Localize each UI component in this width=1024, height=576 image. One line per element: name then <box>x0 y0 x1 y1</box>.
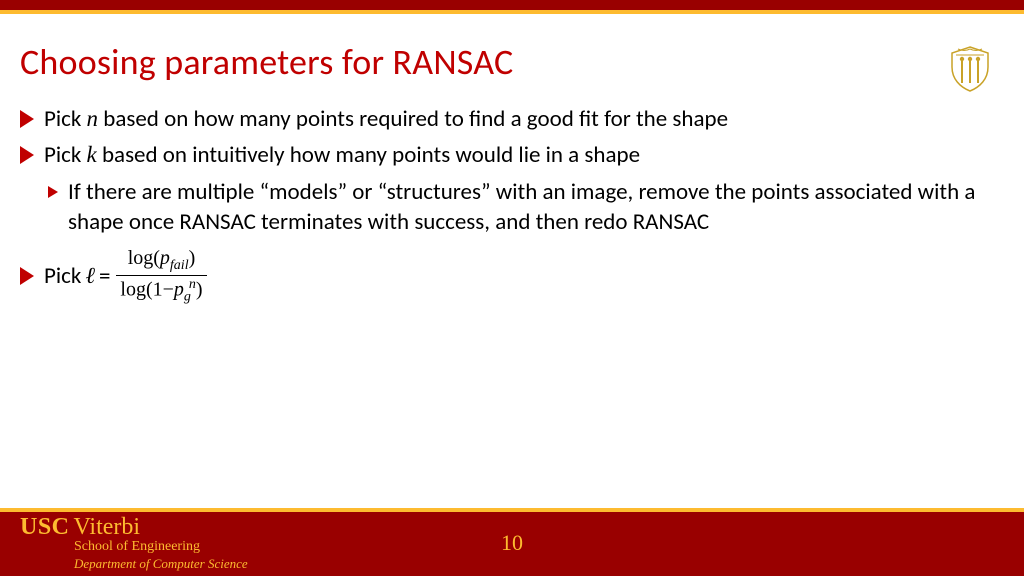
footer-bar: USCViterbi School of Engineering Departm… <box>0 512 1024 576</box>
superscript: n <box>189 277 196 292</box>
text: log( <box>128 247 160 269</box>
bullet-icon <box>20 110 34 128</box>
bullet-item: Pick ℓ = log(pfail) log(1−pgn) <box>20 247 994 304</box>
text: ) <box>189 247 196 269</box>
text: log(1− <box>120 278 174 300</box>
top-accent-bar <box>0 0 1024 10</box>
slide: Choosing parameters for RANSAC Pick n ba… <box>0 0 1024 576</box>
text: Pick <box>44 105 87 133</box>
page-number: 10 <box>0 530 1024 556</box>
text: ) <box>196 278 203 300</box>
subscript: fail <box>170 258 189 273</box>
math-var: p <box>174 278 184 300</box>
text: based on how many points required to fin… <box>98 105 728 133</box>
bullet-text: Pick k based on intuitively how many poi… <box>44 140 994 170</box>
bullet-item: Pick k based on intuitively how many poi… <box>20 140 994 170</box>
math-var: n <box>87 106 99 131</box>
text: based on intuitively how many points wou… <box>97 141 640 169</box>
department-name: Department of Computer Science <box>74 557 248 571</box>
math-var: p <box>160 247 170 269</box>
fraction: log(pfail) log(1−pgn) <box>116 247 206 304</box>
math-var: ℓ <box>85 261 95 291</box>
bullet-text: If there are multiple “models” or “struc… <box>68 177 994 238</box>
bullet-icon <box>20 146 34 164</box>
denominator: log(1−pgn) <box>116 276 206 305</box>
usc-shield-icon <box>946 45 994 93</box>
slide-title: Choosing parameters for RANSAC <box>20 40 513 84</box>
bullet-text: Pick n based on how many points required… <box>44 104 994 134</box>
numerator: log(pfail) <box>116 247 206 275</box>
text: Pick <box>44 261 81 291</box>
bullet-text: Pick ℓ = log(pfail) log(1−pgn) <box>44 247 994 304</box>
bullet-icon <box>20 267 34 285</box>
bullet-icon <box>48 186 58 198</box>
content-area: Pick n based on how many points required… <box>20 104 994 311</box>
sub-bullet-item: If there are multiple “models” or “struc… <box>48 177 994 238</box>
text: Pick <box>44 141 87 169</box>
text: = <box>99 261 110 291</box>
math-var: k <box>87 142 97 167</box>
bullet-item: Pick n based on how many points required… <box>20 104 994 134</box>
